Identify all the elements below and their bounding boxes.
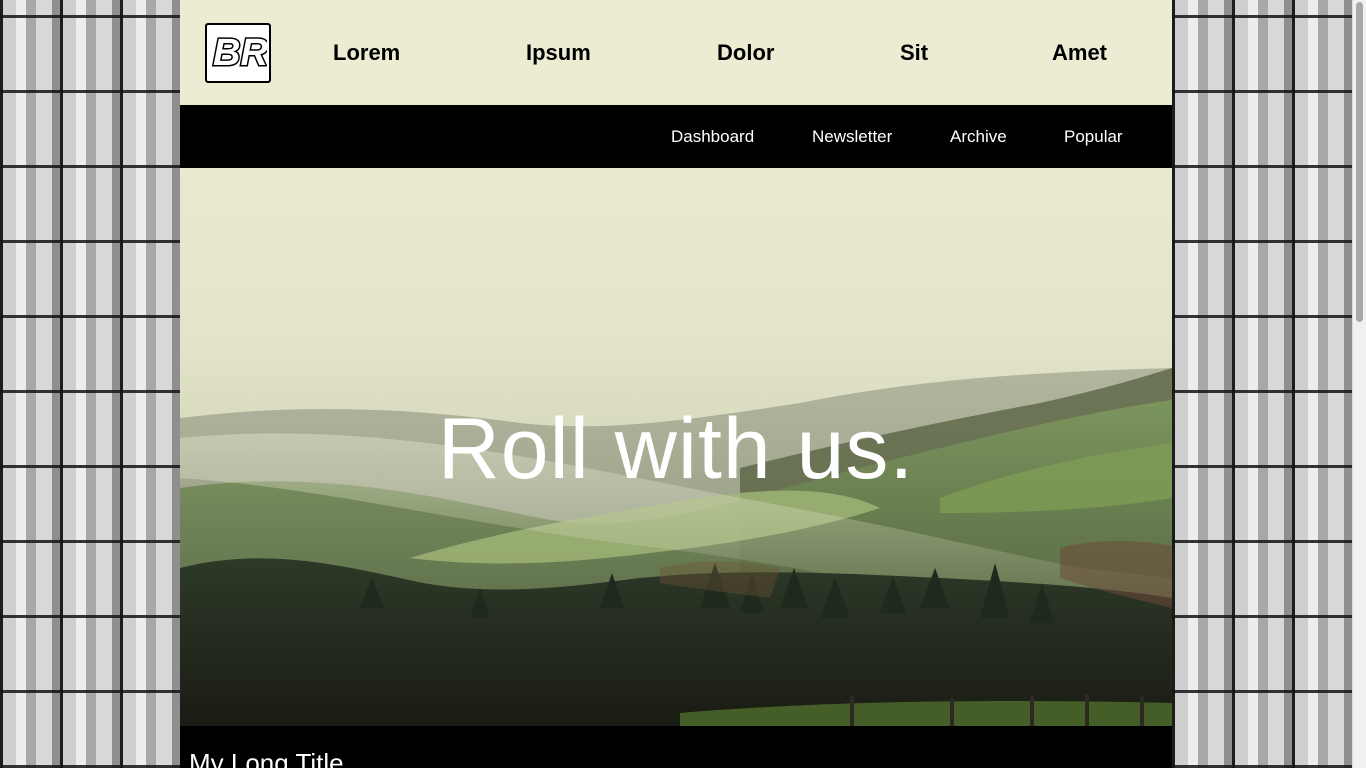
- subnav-item-newsletter[interactable]: Newsletter: [812, 127, 892, 147]
- brand-logo[interactable]: BR: [205, 23, 271, 83]
- subnav-item-archive[interactable]: Archive: [950, 127, 1007, 147]
- nav-item-dolor[interactable]: Dolor: [717, 40, 774, 66]
- top-header: BR Lorem Ipsum Dolor Sit Amet: [180, 0, 1172, 105]
- subnav-item-popular[interactable]: Popular: [1064, 127, 1123, 147]
- nav-item-sit[interactable]: Sit: [900, 40, 928, 66]
- post-title[interactable]: My Long Title: [189, 748, 344, 768]
- secondary-nav: Dashboard Newsletter Archive Popular: [180, 105, 1172, 168]
- wood-texture-background-left: [0, 0, 180, 768]
- page-scrollbar[interactable]: [1352, 0, 1366, 768]
- logo-text: BR: [213, 32, 267, 74]
- hero-banner: Roll with us.: [180, 168, 1172, 726]
- wood-texture-background-right: [1172, 0, 1352, 768]
- br-logo-icon: BR: [212, 31, 268, 76]
- post-section: My Long Title: [180, 726, 1172, 768]
- nav-item-ipsum[interactable]: Ipsum: [526, 40, 591, 66]
- nav-item-amet[interactable]: Amet: [1052, 40, 1107, 66]
- subnav-item-dashboard[interactable]: Dashboard: [671, 127, 754, 147]
- hero-title: Roll with us.: [437, 401, 915, 497]
- page-container: BR Lorem Ipsum Dolor Sit Amet Dashboard …: [180, 0, 1172, 768]
- nav-item-lorem[interactable]: Lorem: [333, 40, 400, 66]
- scrollbar-thumb[interactable]: [1356, 2, 1363, 322]
